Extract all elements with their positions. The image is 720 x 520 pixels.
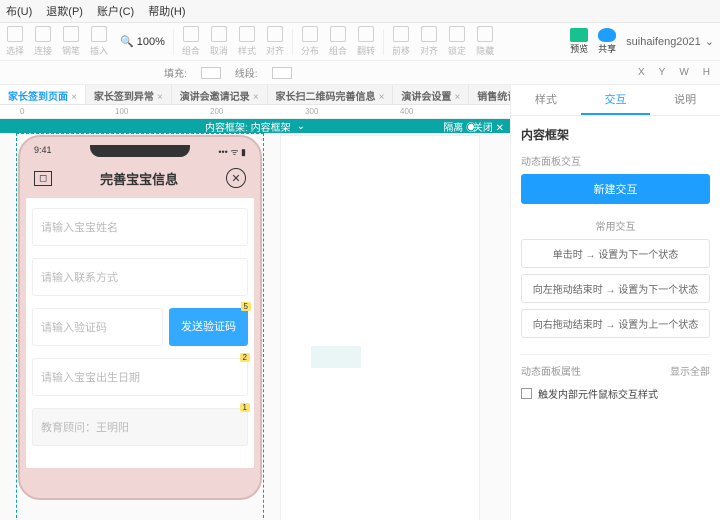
- tool-11[interactable]: 翻转: [357, 26, 375, 57]
- artboard-empty: [280, 135, 480, 520]
- y-label: Y: [659, 67, 666, 78]
- page-tab[interactable]: 家长签到页面×: [0, 85, 86, 104]
- toolbar: 选择 连接 钢笔 插入 🔍100% 组合 取消 样式 对齐 分布 组合 翻转 前…: [0, 23, 720, 61]
- page-tab[interactable]: 销售统计×: [469, 85, 510, 104]
- tool-15[interactable]: 隐藏: [476, 26, 494, 57]
- menu-bar: 布(U) 退欺(P) 账户(C) 帮助(H): [0, 0, 720, 23]
- annotation-badge: 5: [241, 302, 251, 311]
- menu-layout[interactable]: 布(U): [6, 3, 32, 19]
- page-tab[interactable]: 家长签到异常×: [86, 85, 172, 104]
- tool-6[interactable]: 取消: [210, 26, 228, 57]
- menu-help[interactable]: 帮助(H): [148, 3, 185, 19]
- status-time: 9:41: [34, 145, 52, 158]
- advisor-field[interactable]: 教育顾问：王明阳1: [32, 408, 248, 446]
- prop-section-label: 动态面板属性: [521, 363, 581, 378]
- selection-label: 内容框架: 内容框架: [205, 119, 291, 134]
- annotation-badge: 2: [240, 353, 250, 362]
- selection-bar: 内容框架: 内容框架 ⌄ 隔离 ◉ 关闭 ✕: [0, 119, 510, 133]
- back-icon[interactable]: ◻: [34, 171, 52, 186]
- code-field[interactable]: 请输入验证码: [32, 308, 163, 346]
- page-tab[interactable]: 演讲会设置×: [393, 85, 469, 104]
- name-field[interactable]: 请输入宝宝姓名: [32, 208, 248, 246]
- show-all-link[interactable]: 显示全部: [670, 363, 710, 378]
- anim-section-label: 动态面板交互: [521, 153, 710, 168]
- inspector-panel: 样式 交互 说明 内容框架 动态面板交互 新建交互 常用交互 单击时 → 设置为…: [510, 85, 720, 520]
- tool-13[interactable]: 对齐: [420, 26, 438, 57]
- share-button[interactable]: 共享: [598, 28, 616, 55]
- ruler-horizontal: 0100200300400: [0, 105, 510, 119]
- user-menu[interactable]: suihaifeng2021⌄: [626, 35, 714, 48]
- canvas[interactable]: 家长签到页面× 家长签到异常× 演讲会邀请记录× 家长扫二维码完善信息× 演讲会…: [0, 85, 510, 520]
- preset-click[interactable]: 单击时 → 设置为下一个状态: [521, 239, 710, 268]
- send-code-button[interactable]: 发送验证码: [169, 308, 248, 346]
- tab-interact[interactable]: 交互: [581, 85, 651, 115]
- code-row: 请输入验证码 发送验证码 5: [32, 308, 248, 346]
- tab-style[interactable]: 样式: [511, 85, 581, 115]
- tool-select[interactable]: 选择: [6, 26, 24, 57]
- close-selection[interactable]: 关闭 ✕: [473, 119, 504, 134]
- status-icons: ••• ᯤ ▮: [218, 145, 246, 158]
- page-tab[interactable]: 演讲会邀请记录×: [172, 85, 268, 104]
- birth-field[interactable]: 请输入宝宝出生日期2: [32, 358, 248, 396]
- menu-account[interactable]: 账户(C): [97, 3, 134, 19]
- tool-connect[interactable]: 连接: [34, 26, 52, 57]
- fill-swatch[interactable]: [201, 67, 221, 79]
- preview-button[interactable]: 预览: [570, 28, 588, 55]
- preset-swipe-right[interactable]: 向右拖动结束时 → 设置为上一个状态: [521, 309, 710, 338]
- zoom-control[interactable]: 🔍100%: [120, 35, 165, 48]
- annotation-badge: 1: [240, 403, 250, 412]
- tool-pen[interactable]: 钢笔: [62, 26, 80, 57]
- tool-9[interactable]: 分布: [301, 26, 319, 57]
- h-label: H: [703, 67, 710, 78]
- tool-14[interactable]: 锁定: [448, 26, 466, 57]
- fill-label: 填充:: [164, 65, 187, 80]
- tool-12[interactable]: 前移: [392, 26, 410, 57]
- chevron-down-icon: ⌄: [705, 35, 714, 48]
- preset-swipe-left[interactable]: 向左拖动结束时 → 设置为下一个状态: [521, 274, 710, 303]
- tool-5[interactable]: 组合: [182, 26, 200, 57]
- phone-notch: [90, 145, 190, 157]
- selected-element-name: 内容框架: [521, 126, 710, 143]
- isolate-button[interactable]: 隔离 ◉: [443, 119, 476, 134]
- tool-7[interactable]: 样式: [238, 26, 256, 57]
- page-tabs: 家长签到页面× 家长签到异常× 演讲会邀请记录× 家长扫二维码完善信息× 演讲会…: [0, 85, 510, 105]
- form-card: 请输入宝宝姓名 请输入联系方式 请输入验证码 发送验证码 5 请输入宝宝出生日期…: [26, 198, 254, 468]
- menu-cancel[interactable]: 退欺(P): [46, 3, 83, 19]
- new-interaction-button[interactable]: 新建交互: [521, 174, 710, 204]
- line-label: 线段:: [235, 65, 258, 80]
- chevron-down-icon[interactable]: ⌄: [297, 121, 305, 132]
- tool-10[interactable]: 组合: [329, 26, 347, 57]
- common-label: 常用交互: [521, 218, 710, 233]
- tool-8[interactable]: 对齐: [266, 26, 284, 57]
- tab-note[interactable]: 说明: [650, 85, 720, 115]
- tool-insert[interactable]: 插入: [90, 26, 108, 57]
- line-swatch[interactable]: [272, 67, 292, 79]
- x-label: X: [638, 67, 645, 78]
- phone-mockup: 9:41 ••• ᯤ ▮ ◻ 完善宝宝信息 ✕ 请输入宝宝姓名 请输入联系方式 请…: [18, 135, 262, 500]
- page-tab[interactable]: 家长扫二维码完善信息×: [268, 85, 394, 104]
- search-icon: 🔍: [120, 35, 134, 48]
- page-title: 完善宝宝信息: [100, 169, 178, 188]
- contact-field[interactable]: 请输入联系方式: [32, 258, 248, 296]
- w-label: W: [679, 67, 688, 78]
- property-bar: 填充: 线段: X Y W H: [0, 61, 720, 85]
- close-icon[interactable]: ✕: [226, 168, 246, 188]
- trigger-checkbox[interactable]: 触发内部元件鼠标交互样式: [521, 386, 710, 401]
